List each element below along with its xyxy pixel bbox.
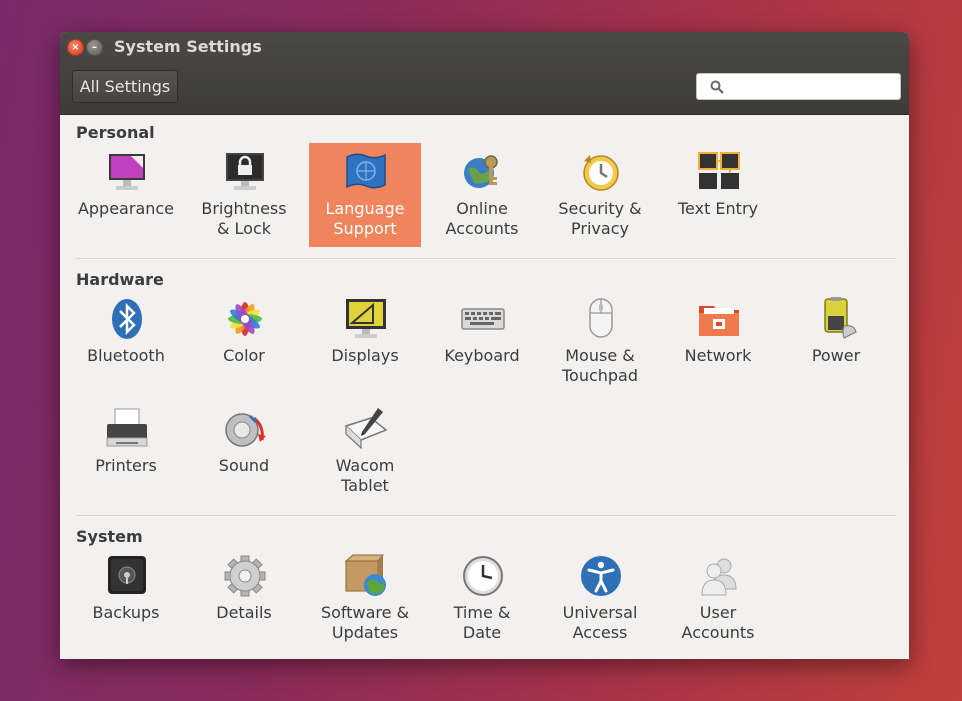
settings-item-label: Security & Privacy bbox=[558, 199, 642, 238]
settings-item-software-updates[interactable]: Software & Updates bbox=[309, 547, 421, 651]
appearance-icon bbox=[109, 154, 145, 190]
wacom-tablet-icon bbox=[344, 408, 388, 450]
settings-item-label: Displays bbox=[331, 346, 399, 365]
settings-item-user-accounts[interactable]: User Accounts bbox=[662, 547, 774, 651]
settings-item-details-gear[interactable]: Details bbox=[188, 547, 300, 651]
settings-item-wacom-tablet[interactable]: Wacom Tablet bbox=[309, 400, 421, 504]
settings-item-label: Wacom Tablet bbox=[335, 456, 395, 495]
lock-icon bbox=[226, 153, 264, 190]
settings-item-label: Keyboard bbox=[444, 346, 520, 365]
printer-icon bbox=[106, 408, 148, 447]
titlebar: × – System Settings All Settings bbox=[60, 32, 909, 115]
universal-access-icon bbox=[581, 556, 621, 596]
settings-item-printer[interactable]: Printers bbox=[70, 400, 182, 504]
settings-item-sound[interactable]: Sound bbox=[188, 400, 300, 504]
settings-item-clock[interactable]: Time & Date bbox=[426, 547, 538, 651]
settings-item-label: Appearance bbox=[77, 199, 175, 218]
minimize-icon: – bbox=[92, 42, 97, 53]
settings-item-label: Online Accounts bbox=[445, 199, 519, 238]
settings-item-online-accounts[interactable]: Online Accounts bbox=[426, 143, 538, 247]
section-divider bbox=[76, 258, 896, 259]
language-flag-icon bbox=[346, 153, 386, 189]
online-accounts-icon bbox=[464, 155, 498, 188]
settings-item-mouse[interactable]: Mouse & Touchpad bbox=[544, 290, 656, 394]
keyboard-icon bbox=[461, 308, 505, 330]
search-box[interactable] bbox=[696, 73, 901, 100]
minimize-button[interactable]: – bbox=[86, 39, 103, 56]
settings-item-label: Details bbox=[216, 603, 272, 622]
search-icon bbox=[710, 80, 724, 94]
section-divider bbox=[76, 515, 896, 516]
settings-item-lock[interactable]: Brightness & Lock bbox=[188, 143, 300, 247]
settings-item-label: Bluetooth bbox=[87, 346, 165, 365]
displays-icon bbox=[346, 299, 386, 338]
settings-item-label: Text Entry bbox=[677, 199, 758, 218]
section-title-personal: Personal bbox=[76, 123, 155, 142]
settings-item-text-entry[interactable]: Text Entry bbox=[662, 143, 774, 247]
settings-item-displays[interactable]: Displays bbox=[309, 290, 421, 394]
user-accounts-icon bbox=[701, 558, 737, 596]
settings-item-label: Power bbox=[811, 346, 861, 365]
settings-item-color[interactable]: Color bbox=[188, 290, 300, 394]
settings-item-network[interactable]: Network bbox=[662, 290, 774, 394]
settings-item-label: Mouse & Touchpad bbox=[561, 346, 639, 385]
settings-item-security-privacy[interactable]: Security & Privacy bbox=[544, 143, 656, 247]
settings-item-label: User Accounts bbox=[681, 603, 755, 642]
close-button[interactable]: × bbox=[67, 39, 84, 56]
settings-item-keyboard[interactable]: Keyboard bbox=[426, 290, 538, 394]
settings-item-bluetooth[interactable]: Bluetooth bbox=[70, 290, 182, 394]
settings-item-label: Backups bbox=[92, 603, 160, 622]
settings-item-power[interactable]: Power bbox=[780, 290, 892, 394]
settings-item-backups[interactable]: Backups bbox=[70, 547, 182, 651]
software-updates-icon bbox=[344, 554, 386, 596]
text-entry-icon bbox=[698, 152, 740, 189]
settings-item-label: Network bbox=[684, 346, 752, 365]
settings-item-label: Sound bbox=[218, 456, 270, 475]
settings-item-label: Software & Updates bbox=[320, 603, 410, 642]
bluetooth-icon bbox=[112, 299, 142, 339]
color-icon bbox=[228, 302, 262, 336]
mouse-icon bbox=[589, 298, 613, 338]
settings-item-universal-access[interactable]: Universal Access bbox=[544, 547, 656, 651]
search-input[interactable] bbox=[729, 77, 898, 98]
settings-item-label: Language Support bbox=[325, 199, 405, 238]
details-gear-icon bbox=[224, 555, 266, 597]
sound-icon bbox=[225, 413, 266, 447]
settings-item-label: Time & Date bbox=[453, 603, 511, 642]
all-settings-button[interactable]: All Settings bbox=[72, 70, 178, 103]
settings-item-label: Brightness & Lock bbox=[201, 199, 287, 238]
system-settings-window: × – System Settings All Settings Persona… bbox=[60, 32, 909, 659]
settings-item-label: Printers bbox=[95, 456, 157, 475]
clock-icon bbox=[463, 556, 503, 596]
security-privacy-icon bbox=[583, 155, 619, 191]
close-icon: × bbox=[71, 42, 80, 53]
network-icon bbox=[699, 306, 739, 336]
power-icon bbox=[824, 297, 857, 339]
settings-item-label: Color bbox=[223, 346, 265, 365]
backups-icon bbox=[108, 556, 146, 594]
section-title-system: System bbox=[76, 527, 143, 546]
window-title: System Settings bbox=[114, 37, 262, 56]
section-title-hardware: Hardware bbox=[76, 270, 164, 289]
settings-item-language-flag[interactable]: Language Support bbox=[309, 143, 421, 247]
settings-item-label: Universal Access bbox=[562, 603, 638, 642]
settings-item-appearance[interactable]: Appearance bbox=[70, 143, 182, 247]
